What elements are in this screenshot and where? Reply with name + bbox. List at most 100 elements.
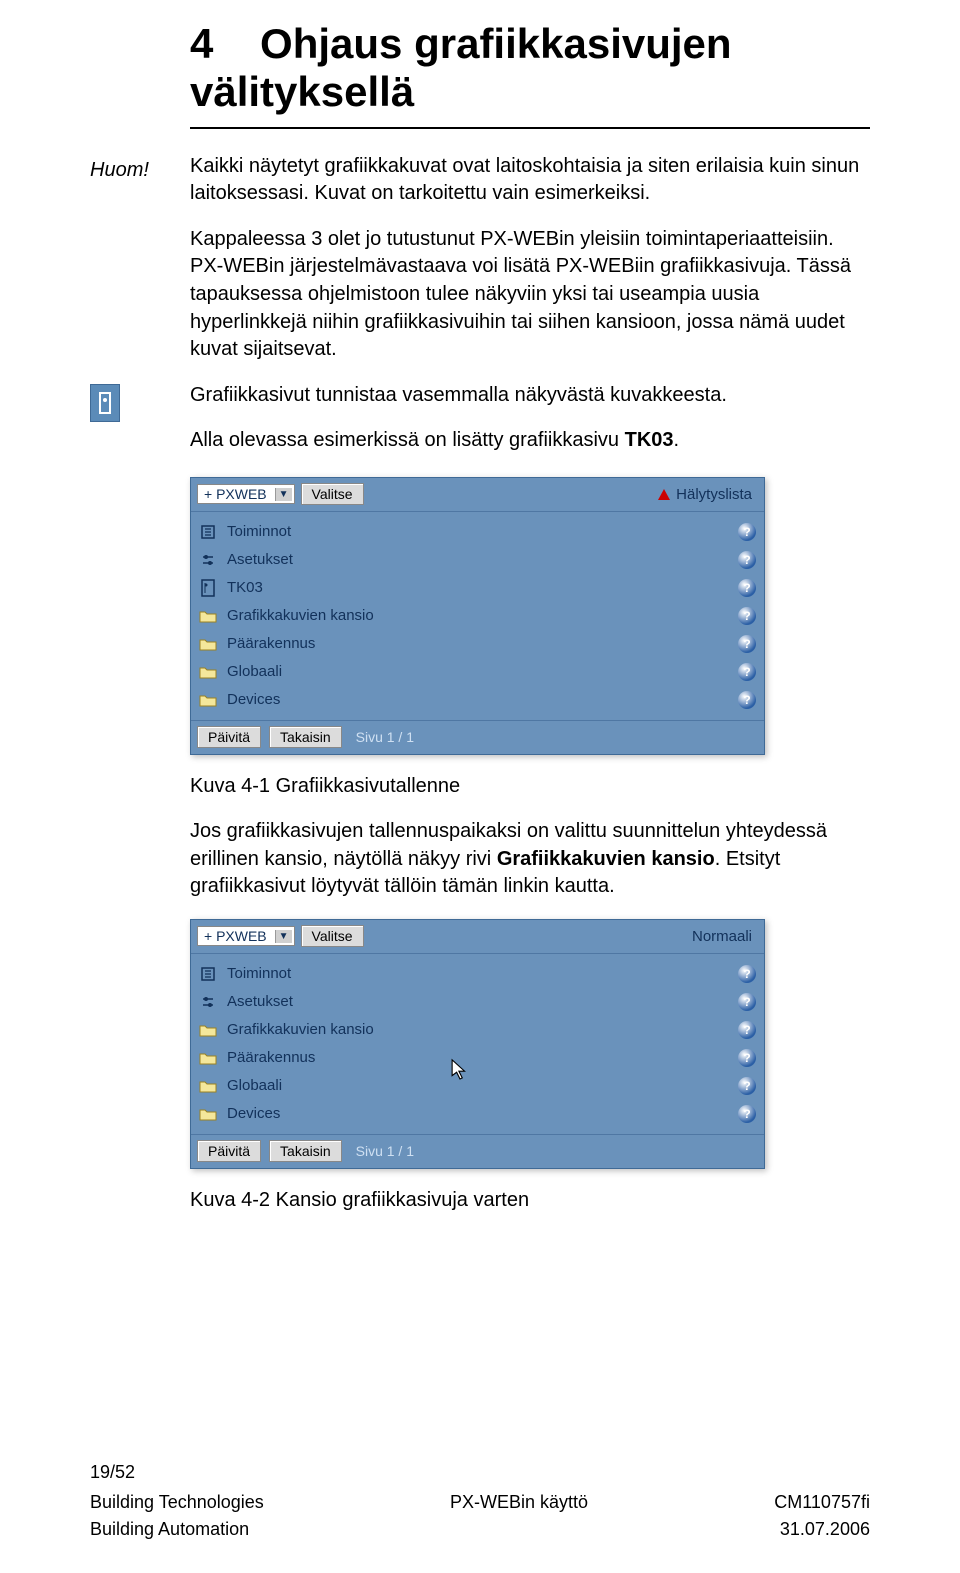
- list-item[interactable]: Devices?: [191, 686, 764, 714]
- figure-caption-1: Kuva 4-1 Grafiikkasivutallenne: [190, 775, 870, 798]
- alarm-status[interactable]: Hälytyslista: [658, 486, 758, 503]
- help-icon[interactable]: ?: [738, 635, 756, 653]
- list-item-label: Toiminnot: [227, 965, 728, 982]
- ui-footer: Päivitä Takaisin Sivu 1 / 1: [191, 1134, 764, 1168]
- footer-doc-title: PX-WEBin käyttö: [450, 1489, 588, 1516]
- list-item[interactable]: Asetukset?: [191, 988, 764, 1016]
- folder-icon: [199, 1049, 217, 1067]
- ui-panel-1: + PXWEB ▼ Valitse Hälytyslista Toiminnot…: [190, 477, 765, 755]
- help-icon[interactable]: ?: [738, 663, 756, 681]
- section-title-line1: Ohjaus grafiikkasivujen: [260, 20, 732, 67]
- help-icon[interactable]: ?: [738, 1049, 756, 1067]
- list-item-label: Päärakennus: [227, 1049, 728, 1066]
- footer-date: 31.07.2006: [780, 1516, 870, 1543]
- folder-icon: [199, 691, 217, 709]
- list-item-label: TK03: [227, 579, 728, 596]
- list-item-label: Asetukset: [227, 551, 728, 568]
- paivita-button[interactable]: Päivitä: [197, 726, 261, 748]
- valitse-button[interactable]: Valitse: [301, 483, 364, 505]
- heading-rule: [190, 127, 870, 129]
- help-icon[interactable]: ?: [738, 1021, 756, 1039]
- ui-toolbar: + PXWEB ▼ Valitse Normaali: [191, 920, 764, 954]
- help-icon[interactable]: ?: [738, 607, 756, 625]
- alarm-icon: [658, 489, 670, 500]
- footer-doc-id: CM110757fi: [774, 1489, 870, 1516]
- page-footer: 19/52 Building Technologies PX-WEBin käy…: [90, 1462, 870, 1543]
- help-icon[interactable]: ?: [738, 579, 756, 597]
- chevron-down-icon: ▼: [275, 488, 292, 501]
- slider-icon: [199, 993, 217, 1011]
- margin-note-huom: Huom!: [90, 159, 172, 182]
- folder-icon: [199, 1105, 217, 1123]
- folder-icon: [199, 607, 217, 625]
- list-item[interactable]: Grafikkakuvien kansio?: [191, 1016, 764, 1044]
- footer-org-1: Building Technologies: [90, 1489, 264, 1516]
- graphic-icon: [199, 579, 217, 597]
- list-item-label: Grafikkakuvien kansio: [227, 607, 728, 624]
- ui-panel-2: + PXWEB ▼ Valitse Normaali Toiminnot?Ase…: [190, 919, 765, 1169]
- nav-list-1: Toiminnot?Asetukset?TK03?Grafikkakuvien …: [191, 512, 764, 714]
- list-item-label: Päärakennus: [227, 635, 728, 652]
- nav-list-2: Toiminnot?Asetukset?Grafikkakuvien kansi…: [191, 954, 764, 1128]
- section-heading: 4 Ohjaus grafiikkasivujen välityksellä: [190, 20, 870, 117]
- slider-icon: [199, 551, 217, 569]
- paragraph-intro: Kaikki näytetyt grafiikkakuvat ovat lait…: [190, 153, 870, 208]
- device-select[interactable]: + PXWEB ▼: [197, 926, 295, 946]
- folder-icon: [199, 1077, 217, 1095]
- config-icon: [199, 965, 217, 983]
- normal-status-label: Normaali: [692, 928, 752, 945]
- help-icon[interactable]: ?: [738, 993, 756, 1011]
- section-number: 4: [190, 20, 213, 67]
- list-item[interactable]: Devices?: [191, 1100, 764, 1128]
- figure-caption-2: Kuva 4-2 Kansio grafiikkasivuja varten: [190, 1189, 870, 1212]
- list-item[interactable]: Grafikkakuvien kansio?: [191, 602, 764, 630]
- list-item-label: Grafikkakuvien kansio: [227, 1021, 728, 1038]
- page-indicator: Sivu 1 / 1: [356, 729, 414, 745]
- folder-icon: [199, 635, 217, 653]
- chevron-down-icon: ▼: [275, 930, 292, 943]
- footer-page-number: 19/52: [90, 1462, 870, 1483]
- list-item-label: Devices: [227, 691, 728, 708]
- help-icon[interactable]: ?: [738, 551, 756, 569]
- list-item-label: Asetukset: [227, 993, 728, 1010]
- folder-icon: [199, 663, 217, 681]
- list-item[interactable]: Päärakennus?: [191, 630, 764, 658]
- valitse-button[interactable]: Valitse: [301, 925, 364, 947]
- alarm-status-label: Hälytyslista: [676, 486, 752, 503]
- ui-toolbar: + PXWEB ▼ Valitse Hälytyslista: [191, 478, 764, 512]
- list-item[interactable]: Asetukset?: [191, 546, 764, 574]
- list-item-label: Globaali: [227, 1077, 728, 1094]
- help-icon[interactable]: ?: [738, 1077, 756, 1095]
- list-item[interactable]: Globaali?: [191, 1072, 764, 1100]
- folder-icon: [199, 1021, 217, 1039]
- paragraph-example: Alla olevassa esimerkissä on lisätty gra…: [190, 427, 870, 455]
- paragraph-folder: Jos grafiikkasivujen tallennuspaikaksi o…: [190, 818, 870, 901]
- paragraph-icon-note: Grafiikkasivut tunnistaa vasemmalla näky…: [190, 382, 870, 410]
- page-indicator: Sivu 1 / 1: [356, 1143, 414, 1159]
- device-select-label: + PXWEB: [204, 486, 267, 502]
- section-title-line2: välityksellä: [190, 68, 414, 115]
- help-icon[interactable]: ?: [738, 965, 756, 983]
- list-item[interactable]: Globaali?: [191, 658, 764, 686]
- normal-status[interactable]: Normaali: [692, 928, 758, 945]
- ui-footer: Päivitä Takaisin Sivu 1 / 1: [191, 720, 764, 754]
- help-icon[interactable]: ?: [738, 523, 756, 541]
- list-item-label: Toiminnot: [227, 523, 728, 540]
- paivita-button[interactable]: Päivitä: [197, 1140, 261, 1162]
- device-select[interactable]: + PXWEB ▼: [197, 484, 295, 504]
- footer-org-2: Building Automation: [90, 1516, 249, 1543]
- graphic-page-icon: [90, 384, 120, 422]
- device-select-label: + PXWEB: [204, 928, 267, 944]
- takaisin-button[interactable]: Takaisin: [269, 1140, 342, 1162]
- list-item[interactable]: TK03?: [191, 574, 764, 602]
- paragraph-detail: Kappaleessa 3 olet jo tutustunut PX-WEBi…: [190, 226, 870, 364]
- takaisin-button[interactable]: Takaisin: [269, 726, 342, 748]
- list-item-label: Globaali: [227, 663, 728, 680]
- list-item[interactable]: Toiminnot?: [191, 960, 764, 988]
- help-icon[interactable]: ?: [738, 1105, 756, 1123]
- config-icon: [199, 523, 217, 541]
- list-item[interactable]: Päärakennus?: [191, 1044, 764, 1072]
- list-item-label: Devices: [227, 1105, 728, 1122]
- list-item[interactable]: Toiminnot?: [191, 518, 764, 546]
- help-icon[interactable]: ?: [738, 691, 756, 709]
